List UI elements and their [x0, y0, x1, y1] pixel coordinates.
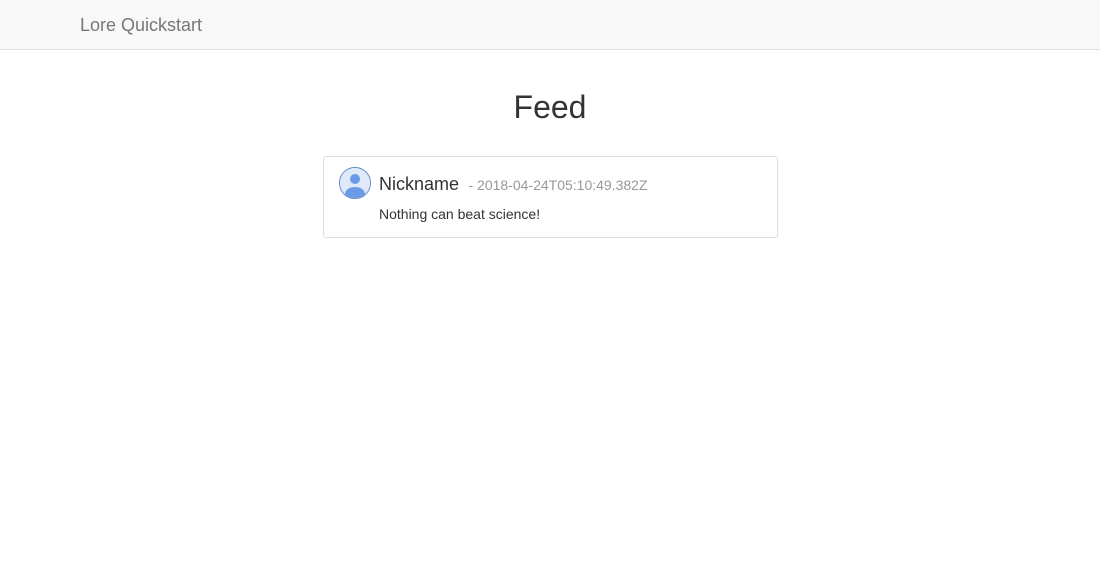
- brand-link[interactable]: Lore Quickstart: [80, 14, 202, 36]
- avatar[interactable]: [339, 167, 371, 199]
- feed-item-text: Nothing can beat science!: [379, 206, 541, 222]
- user-silhouette-icon: [340, 168, 370, 198]
- feed-list: Nickname - 2018-04-24T05:10:49.382Z Noth…: [323, 156, 778, 238]
- nickname: Nickname: [379, 174, 460, 194]
- feed-item: Nickname - 2018-04-24T05:10:49.382Z Noth…: [323, 156, 778, 238]
- top-navbar: Lore Quickstart: [0, 0, 1100, 50]
- page-title: Feed: [513, 89, 587, 125]
- feed-item-header: Nickname - 2018-04-24T05:10:49.382Z: [379, 173, 648, 196]
- timestamp: - 2018-04-24T05:10:49.382Z: [468, 177, 648, 193]
